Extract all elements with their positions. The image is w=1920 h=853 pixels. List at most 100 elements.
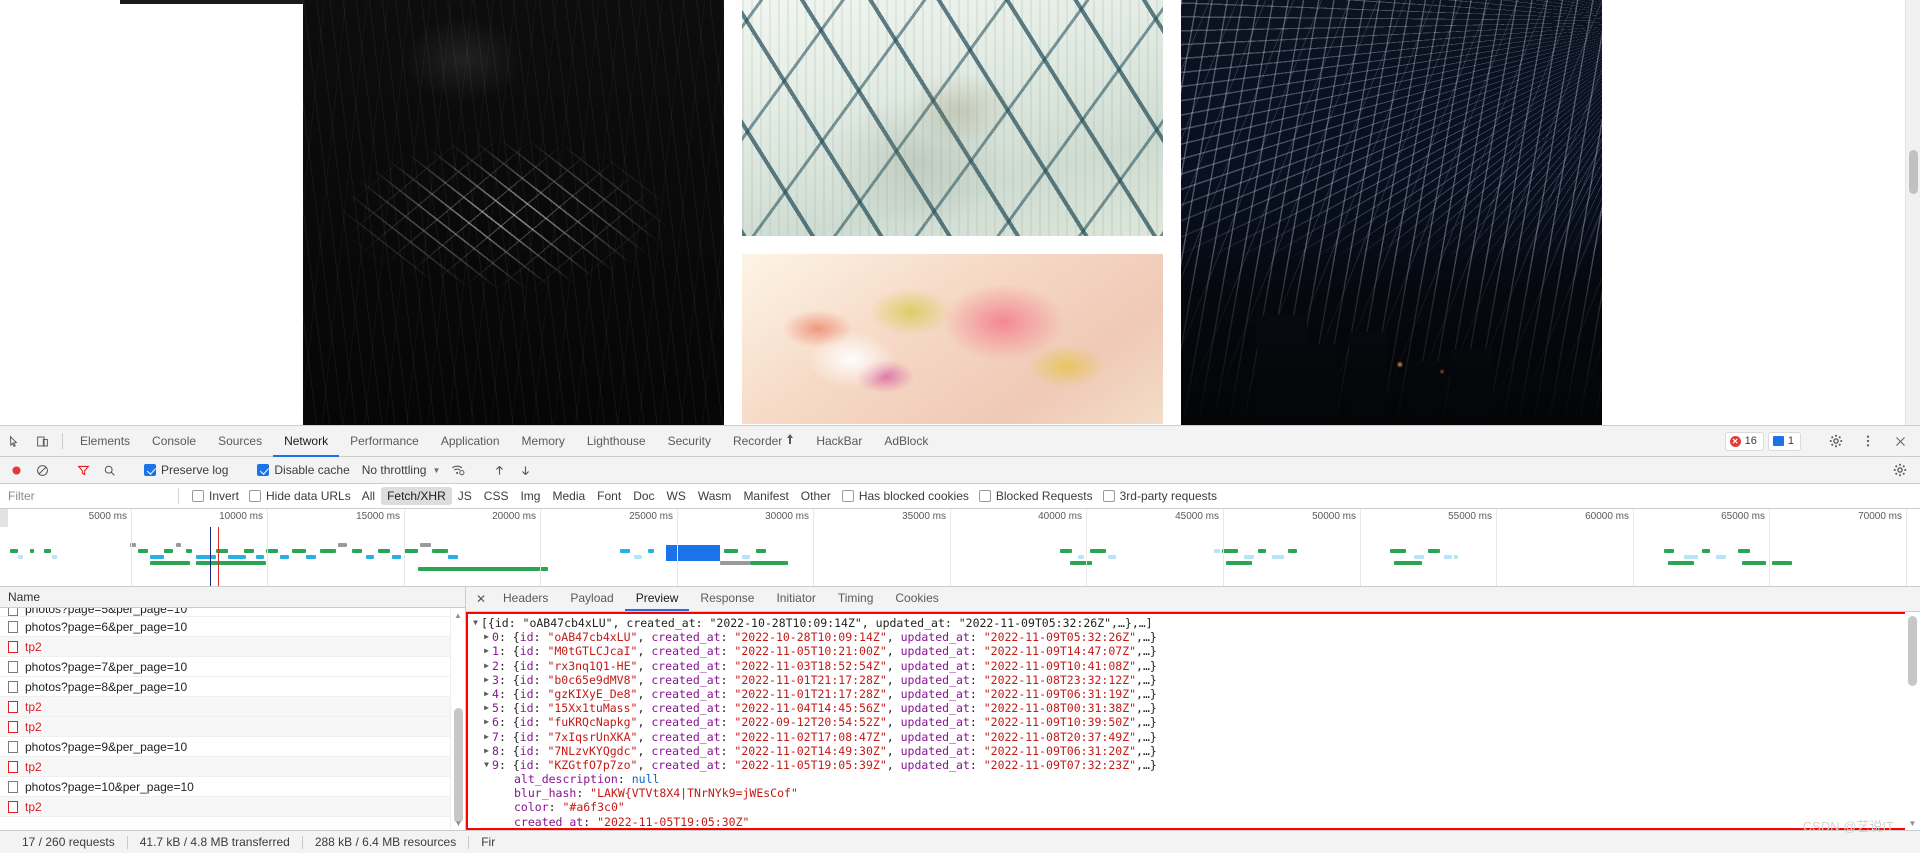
page-scrollbar-thumb[interactable]	[1909, 150, 1918, 194]
filter-type-font[interactable]: Font	[591, 487, 627, 505]
json-array-item[interactable]: ▶ 4: {id: "gzKIXyE_De8", created_at: "202…	[470, 687, 1920, 701]
record-button[interactable]	[4, 459, 28, 481]
triangle-right-icon[interactable]: ▶	[481, 730, 492, 744]
more-vertical-icon[interactable]	[1854, 434, 1882, 448]
network-conditions-icon[interactable]	[446, 459, 470, 481]
json-array-item[interactable]: ▶ 7: {id: "7xIqsrUnXKA", created_at: "202…	[470, 730, 1920, 744]
tab-security[interactable]: Security	[657, 426, 722, 457]
tab-timing[interactable]: Timing	[827, 587, 885, 611]
disable-cache-checkbox[interactable]: Disable cache	[251, 463, 355, 477]
gear-icon[interactable]	[1822, 434, 1850, 448]
request-list[interactable]: photos?page=5&per_page=10 photos?page=6&…	[0, 608, 465, 830]
triangle-right-icon[interactable]: ▶	[481, 701, 492, 715]
table-row[interactable]: tp2	[0, 637, 465, 657]
json-root-line[interactable]: ▼ [{id: "oAB47cb4xLU", created_at: "2022-…	[470, 616, 1920, 630]
star-trails-photo[interactable]	[1181, 0, 1602, 425]
table-row[interactable]: photos?page=8&per_page=10	[0, 677, 465, 697]
tab-headers[interactable]: Headers	[492, 587, 559, 611]
tab-recorder[interactable]: Recorder	[722, 426, 805, 457]
request-list-scrollbar[interactable]: ▲ ▼	[450, 608, 465, 830]
filter-type-doc[interactable]: Doc	[627, 487, 660, 505]
third-party-requests-checkbox[interactable]: 3rd-party requests	[1098, 489, 1222, 503]
overview-selected-request[interactable]	[666, 545, 720, 561]
scroll-down-icon[interactable]: ▼	[451, 816, 466, 830]
tab-payload[interactable]: Payload	[559, 587, 624, 611]
tab-application[interactable]: Application	[430, 426, 511, 457]
request-list-header[interactable]: Name	[0, 587, 465, 608]
json-array-item[interactable]: ▶ 6: {id: "fuKRQcNapkg", created_at: "202…	[470, 715, 1920, 729]
light-trails-photo[interactable]	[303, 0, 724, 425]
message-counter[interactable]: 1	[1767, 431, 1801, 451]
triangle-right-icon[interactable]: ▶	[481, 644, 492, 658]
network-settings-gear-icon[interactable]	[1888, 459, 1912, 481]
detail-scrollbar-thumb[interactable]	[1908, 616, 1917, 686]
json-array-item[interactable]: ▶ 8: {id: "7NLzvKYQgdc", created_at: "202…	[470, 744, 1920, 758]
tab-hackbar[interactable]: HackBar	[805, 426, 873, 457]
has-blocked-cookies-checkbox[interactable]: Has blocked cookies	[837, 489, 974, 503]
page-vertical-scrollbar[interactable]	[1905, 0, 1920, 425]
tab-console[interactable]: Console	[141, 426, 207, 457]
throttling-dropdown[interactable]: No throttling ▼	[358, 463, 445, 477]
table-row[interactable]: tp2	[0, 717, 465, 737]
filter-icon[interactable]	[71, 459, 95, 481]
inspect-element-icon[interactable]	[0, 426, 28, 456]
table-row[interactable]: photos?page=7&per_page=10	[0, 657, 465, 677]
network-overview-timeline[interactable]: 5000 ms 10000 ms 15000 ms 20000 ms 25000 ms 3…	[0, 509, 1920, 587]
json-array-item[interactable]: ▶ 2: {id: "rx3nq1Q1-HE", created_at: "202…	[470, 659, 1920, 673]
filter-type-ws[interactable]: WS	[661, 487, 692, 505]
filter-type-js[interactable]: JS	[452, 487, 478, 505]
table-row[interactable]: photos?page=5&per_page=10	[0, 608, 465, 617]
filter-type-other[interactable]: Other	[795, 487, 837, 505]
table-row[interactable]: tp2	[0, 697, 465, 717]
device-toolbar-icon[interactable]	[28, 426, 56, 456]
json-array-item[interactable]: ▶ 3: {id: "b0c65e9dMV8", created_at: "202…	[470, 673, 1920, 687]
preserve-log-checkbox[interactable]: Preserve log	[138, 463, 234, 477]
tab-adblock[interactable]: AdBlock	[873, 426, 939, 457]
branches-photo[interactable]	[742, 0, 1163, 236]
table-row[interactable]: tp2	[0, 757, 465, 777]
filter-type-wasm[interactable]: Wasm	[692, 487, 738, 505]
watercolor-photo[interactable]	[742, 254, 1163, 424]
close-icon[interactable]	[1886, 435, 1914, 448]
table-row[interactable]: tp2	[0, 797, 465, 817]
tab-memory[interactable]: Memory	[511, 426, 576, 457]
invert-checkbox[interactable]: Invert	[187, 489, 244, 503]
json-property[interactable]: blur_hash: "LAKW{VTVt8X4|TNrNYk9=jWEsCof…	[470, 786, 1920, 800]
filter-input[interactable]	[0, 483, 170, 509]
close-detail-icon[interactable]: ✕	[470, 587, 492, 611]
table-row[interactable]: photos?page=6&per_page=10	[0, 617, 465, 637]
import-har-icon[interactable]	[487, 459, 511, 481]
triangle-down-icon[interactable]: ▼	[470, 616, 481, 630]
json-property[interactable]: alt_description: null	[470, 772, 1920, 786]
triangle-right-icon[interactable]: ▶	[481, 687, 492, 701]
request-list-scrollbar-thumb[interactable]	[454, 708, 463, 823]
filter-type-manifest[interactable]: Manifest	[737, 487, 794, 505]
tab-elements[interactable]: Elements	[69, 426, 141, 457]
tab-cookies[interactable]: Cookies	[884, 587, 949, 611]
json-property[interactable]: created_at: "2022-11-05T19:05:30Z"	[470, 815, 1920, 829]
tab-preview[interactable]: Preview	[624, 587, 690, 611]
json-array-item[interactable]: ▶ 5: {id: "15Xx1tuMass", created_at: "202…	[470, 701, 1920, 715]
json-property[interactable]: color: "#a6f3c0"	[470, 800, 1920, 814]
scroll-up-icon[interactable]: ▲	[451, 608, 465, 622]
triangle-down-icon[interactable]: ▼	[481, 758, 492, 772]
json-array-item[interactable]: ▶ 0: {id: "oAB47cb4xLU", created_at: "202…	[470, 630, 1920, 644]
tab-lighthouse[interactable]: Lighthouse	[576, 426, 657, 457]
table-row[interactable]: photos?page=10&per_page=10	[0, 777, 465, 797]
hide-data-urls-checkbox[interactable]: Hide data URLs	[244, 489, 356, 503]
json-preview-body[interactable]: ▼ [{id: "oAB47cb4xLU", created_at: "2022-…	[466, 612, 1920, 830]
tab-sources[interactable]: Sources	[207, 426, 273, 457]
tab-performance[interactable]: Performance	[339, 426, 430, 457]
json-array-item[interactable]: ▶ 1: {id: "M0tGTLCJcaI", created_at: "202…	[470, 644, 1920, 658]
error-counter[interactable]: ✕ 16	[1724, 431, 1764, 451]
scroll-down-icon[interactable]: ▼	[1905, 816, 1920, 830]
triangle-right-icon[interactable]: ▶	[481, 744, 492, 758]
clear-button[interactable]	[30, 459, 54, 481]
filter-type-fetch-xhr[interactable]: Fetch/XHR	[381, 487, 452, 505]
filter-type-img[interactable]: Img	[514, 487, 546, 505]
blocked-requests-checkbox[interactable]: Blocked Requests	[974, 489, 1098, 503]
triangle-right-icon[interactable]: ▶	[481, 715, 492, 729]
tab-network[interactable]: Network	[273, 426, 340, 457]
filter-type-css[interactable]: CSS	[478, 487, 515, 505]
triangle-right-icon[interactable]: ▶	[481, 659, 492, 673]
